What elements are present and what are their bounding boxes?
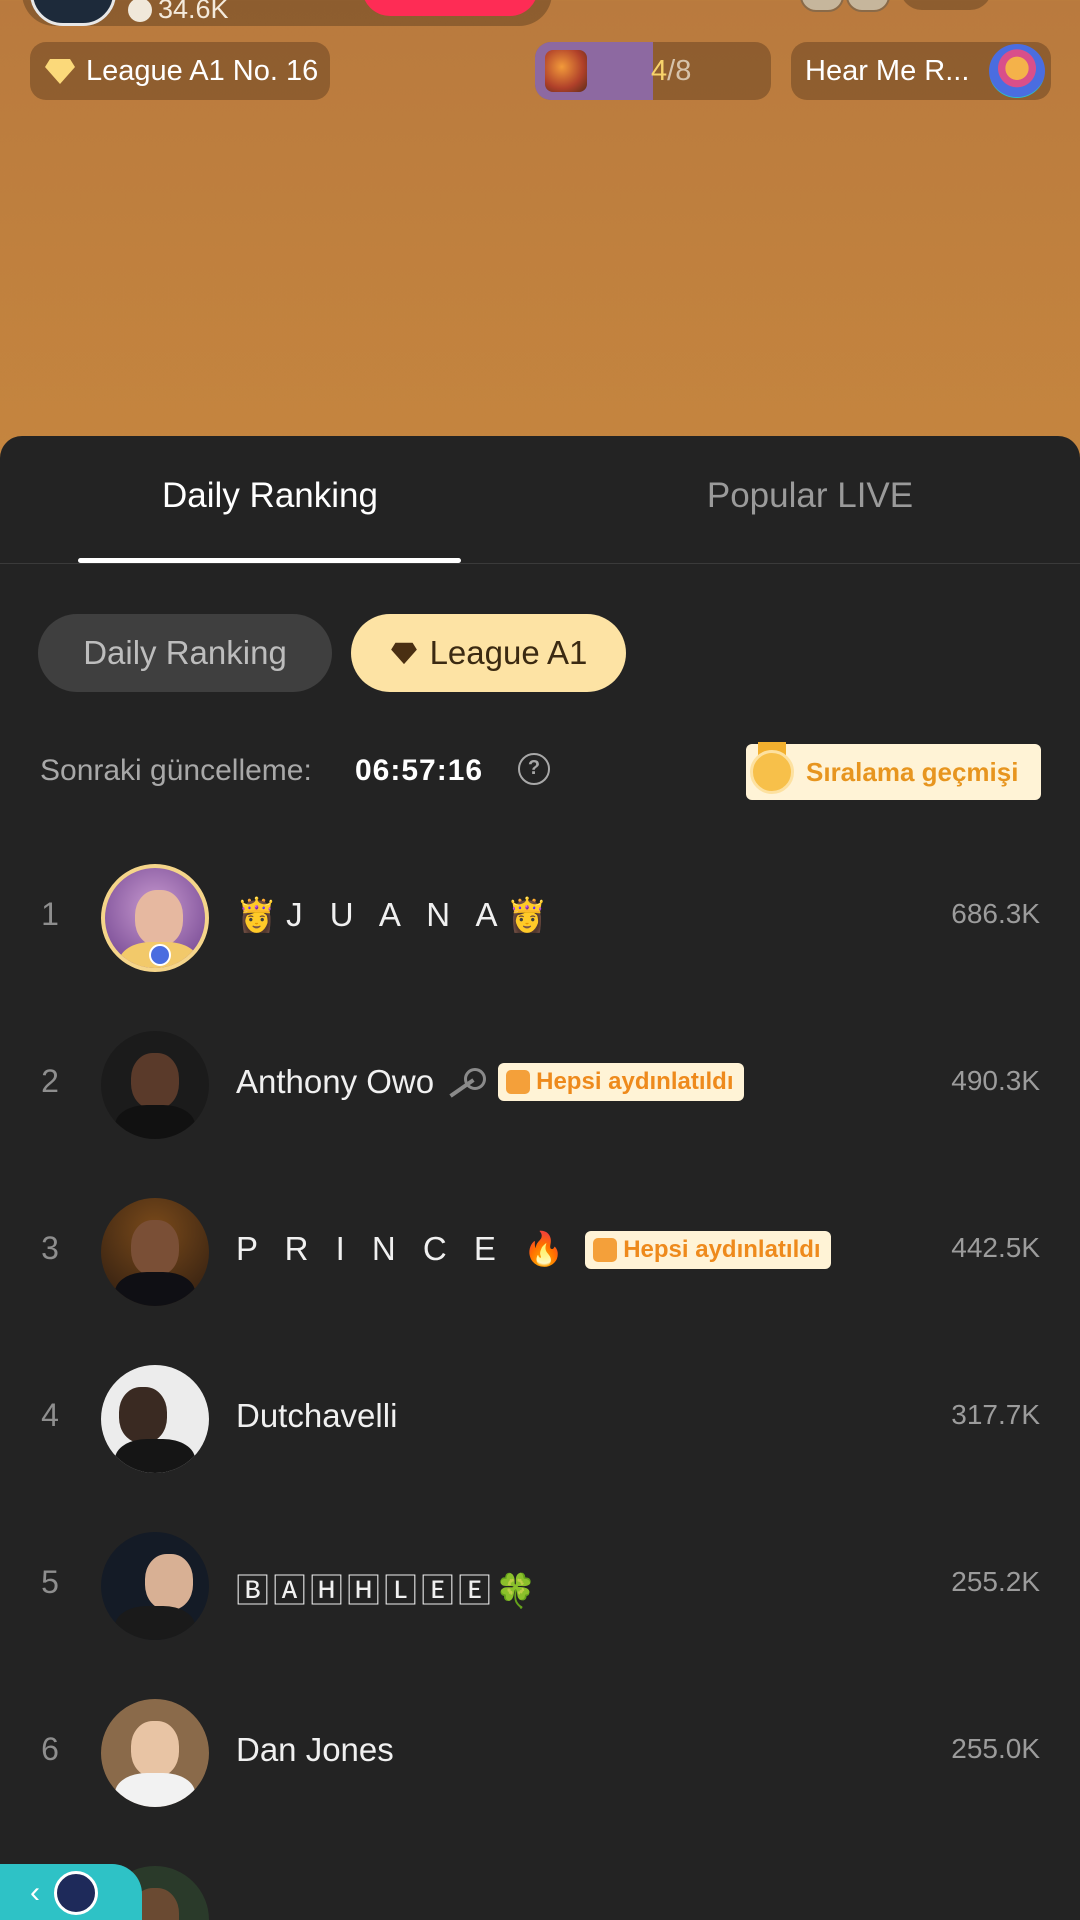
avatar[interactable] — [101, 1031, 209, 1139]
main-tabs: Daily Ranking Popular LIVE — [0, 436, 1080, 564]
creator-name: Dan Jones — [236, 1731, 394, 1769]
creator-name-text: 🄱🄰🄷🄷🄻🄴🄴🍀 — [236, 1572, 541, 1609]
creator-name-text: P R I N C E 🔥 — [236, 1230, 574, 1267]
lit-up-badge: Hepsi aydınlatıldı — [498, 1063, 744, 1101]
lit-up-label: Hepsi aydınlatıldı — [623, 1235, 821, 1263]
creator-name: 👸J U A N A👸 — [236, 896, 557, 935]
avatar[interactable] — [101, 1365, 209, 1473]
creator-name-text: 👸J U A N A👸 — [236, 896, 557, 933]
follow-button[interactable] — [362, 0, 538, 16]
creator-name: Anthony Owo Hepsi aydınlatıldı — [236, 1063, 744, 1101]
lion-icon — [989, 44, 1045, 98]
tab-daily-ranking[interactable]: Daily Ranking — [70, 476, 470, 516]
help-icon[interactable]: ? — [518, 753, 550, 785]
score: 490.3K — [951, 1065, 1040, 1096]
top-viewers[interactable] — [800, 0, 900, 12]
song-chip[interactable]: Hear Me R... — [791, 42, 1051, 100]
avatar[interactable] — [101, 1198, 209, 1306]
creator-name-text: Dutchavelli — [236, 1397, 398, 1434]
likes-counter: 34.6K — [128, 0, 229, 25]
avatar[interactable] — [101, 1699, 209, 1807]
next-update-countdown: 06:57:16 — [355, 754, 484, 787]
rank-number: 6 — [41, 1731, 59, 1767]
viewer-avatar[interactable] — [846, 0, 890, 12]
progress-current: 4 — [651, 54, 668, 87]
ranking-history-label: Sıralama geçmişi — [806, 756, 1019, 787]
next-update-label: Sonraki güncelleme: — [40, 754, 312, 787]
league-chip-label: League A1 No. 16 — [86, 54, 319, 87]
score: 686.3K — [951, 898, 1040, 929]
score: 442.5K — [951, 1232, 1040, 1263]
ranking-row[interactable]: 2 Anthony Owo Hepsi aydınlatıldı 490.3K — [0, 1001, 1080, 1168]
ranking-row[interactable]: 5 🄱🄰🄷🄷🄻🄴🄴🍀 255.2K — [0, 1502, 1080, 1669]
key-icon — [446, 1068, 487, 1096]
creator-name: Dutchavelli — [236, 1397, 397, 1435]
creator-name: 🄱🄰🄷🄷🄻🄴🄴🍀 — [236, 1564, 540, 1612]
likes-count: 34.6K — [158, 0, 229, 24]
creator-name: P R I N C E 🔥 Hepsi aydınlatıldı — [236, 1230, 831, 1269]
subtab-daily-ranking[interactable]: Daily Ranking — [38, 614, 332, 692]
rank-number: 4 — [41, 1397, 59, 1433]
league-chip[interactable]: League A1 No. 16 — [30, 42, 330, 100]
ranking-sheet: Daily Ranking Popular LIVE Daily Ranking… — [0, 436, 1080, 1920]
avatar — [54, 1871, 98, 1915]
viewer-count-pill[interactable] — [900, 0, 992, 10]
gift-icon — [545, 50, 587, 92]
diamond-icon — [45, 59, 75, 84]
ranking-row[interactable] — [0, 1836, 1080, 1920]
viewer-avatar[interactable] — [800, 0, 844, 12]
creator-name-text: Anthony Owo — [236, 1063, 435, 1100]
active-tab-indicator — [78, 558, 461, 563]
sub-tabs: Daily Ranking League A1 — [0, 614, 1080, 694]
ranking-row[interactable]: 4 Dutchavelli 317.7K — [0, 1335, 1080, 1502]
tab-popular-live[interactable]: Popular LIVE — [610, 476, 1010, 516]
ranking-row[interactable]: 6 Dan Jones 255.0K — [0, 1669, 1080, 1836]
score: 317.7K — [951, 1399, 1040, 1430]
rank-number: 3 — [41, 1230, 59, 1266]
subtab-league-label: League A1 — [429, 634, 588, 671]
subtab-league-a1[interactable]: League A1 — [351, 614, 626, 692]
score: 255.0K — [951, 1733, 1040, 1764]
gift-progress-chip[interactable]: 4 /8 — [535, 42, 771, 100]
progress-text: 4 /8 — [651, 42, 691, 100]
chevron-left-icon: ‹ — [30, 1876, 40, 1909]
rank-badge-icon — [149, 944, 171, 966]
heart-icon — [128, 0, 152, 22]
live-overlay: 34.6K League A1 No. 16 4 /8 Hear Me R... — [0, 0, 1080, 440]
ranking-row[interactable]: 1 👸J U A N A👸 686.3K — [0, 834, 1080, 1001]
avatar[interactable] — [101, 864, 209, 972]
hexagon-icon — [593, 1237, 618, 1262]
lit-up-badge: Hepsi aydınlatıldı — [585, 1230, 831, 1269]
progress-total: /8 — [667, 54, 692, 87]
collapse-panel-button[interactable]: ‹ — [0, 1864, 142, 1920]
avatar[interactable] — [101, 1532, 209, 1640]
rank-number: 2 — [41, 1063, 59, 1099]
lit-up-label: Hepsi aydınlatıldı — [536, 1068, 734, 1095]
rank-number: 5 — [41, 1564, 59, 1600]
score: 255.2K — [951, 1566, 1040, 1597]
ranking-history-button[interactable]: Sıralama geçmişi — [746, 742, 1041, 800]
hexagon-icon — [506, 1070, 531, 1094]
ranking-row[interactable]: 3 P R I N C E 🔥 Hepsi aydınlatıldı 442.5… — [0, 1168, 1080, 1335]
rank-number: 1 — [41, 896, 59, 932]
update-row: Sonraki güncelleme: 06:57:16 ? Sıralama … — [40, 742, 1041, 800]
creator-name-text: Dan Jones — [236, 1731, 394, 1768]
ranking-list: 1 👸J U A N A👸 686.3K 2 Anthony Owo Hepsi… — [0, 834, 1080, 1920]
medal-icon — [750, 742, 794, 794]
song-chip-label: Hear Me R... — [805, 54, 970, 87]
diamond-icon — [390, 642, 417, 665]
